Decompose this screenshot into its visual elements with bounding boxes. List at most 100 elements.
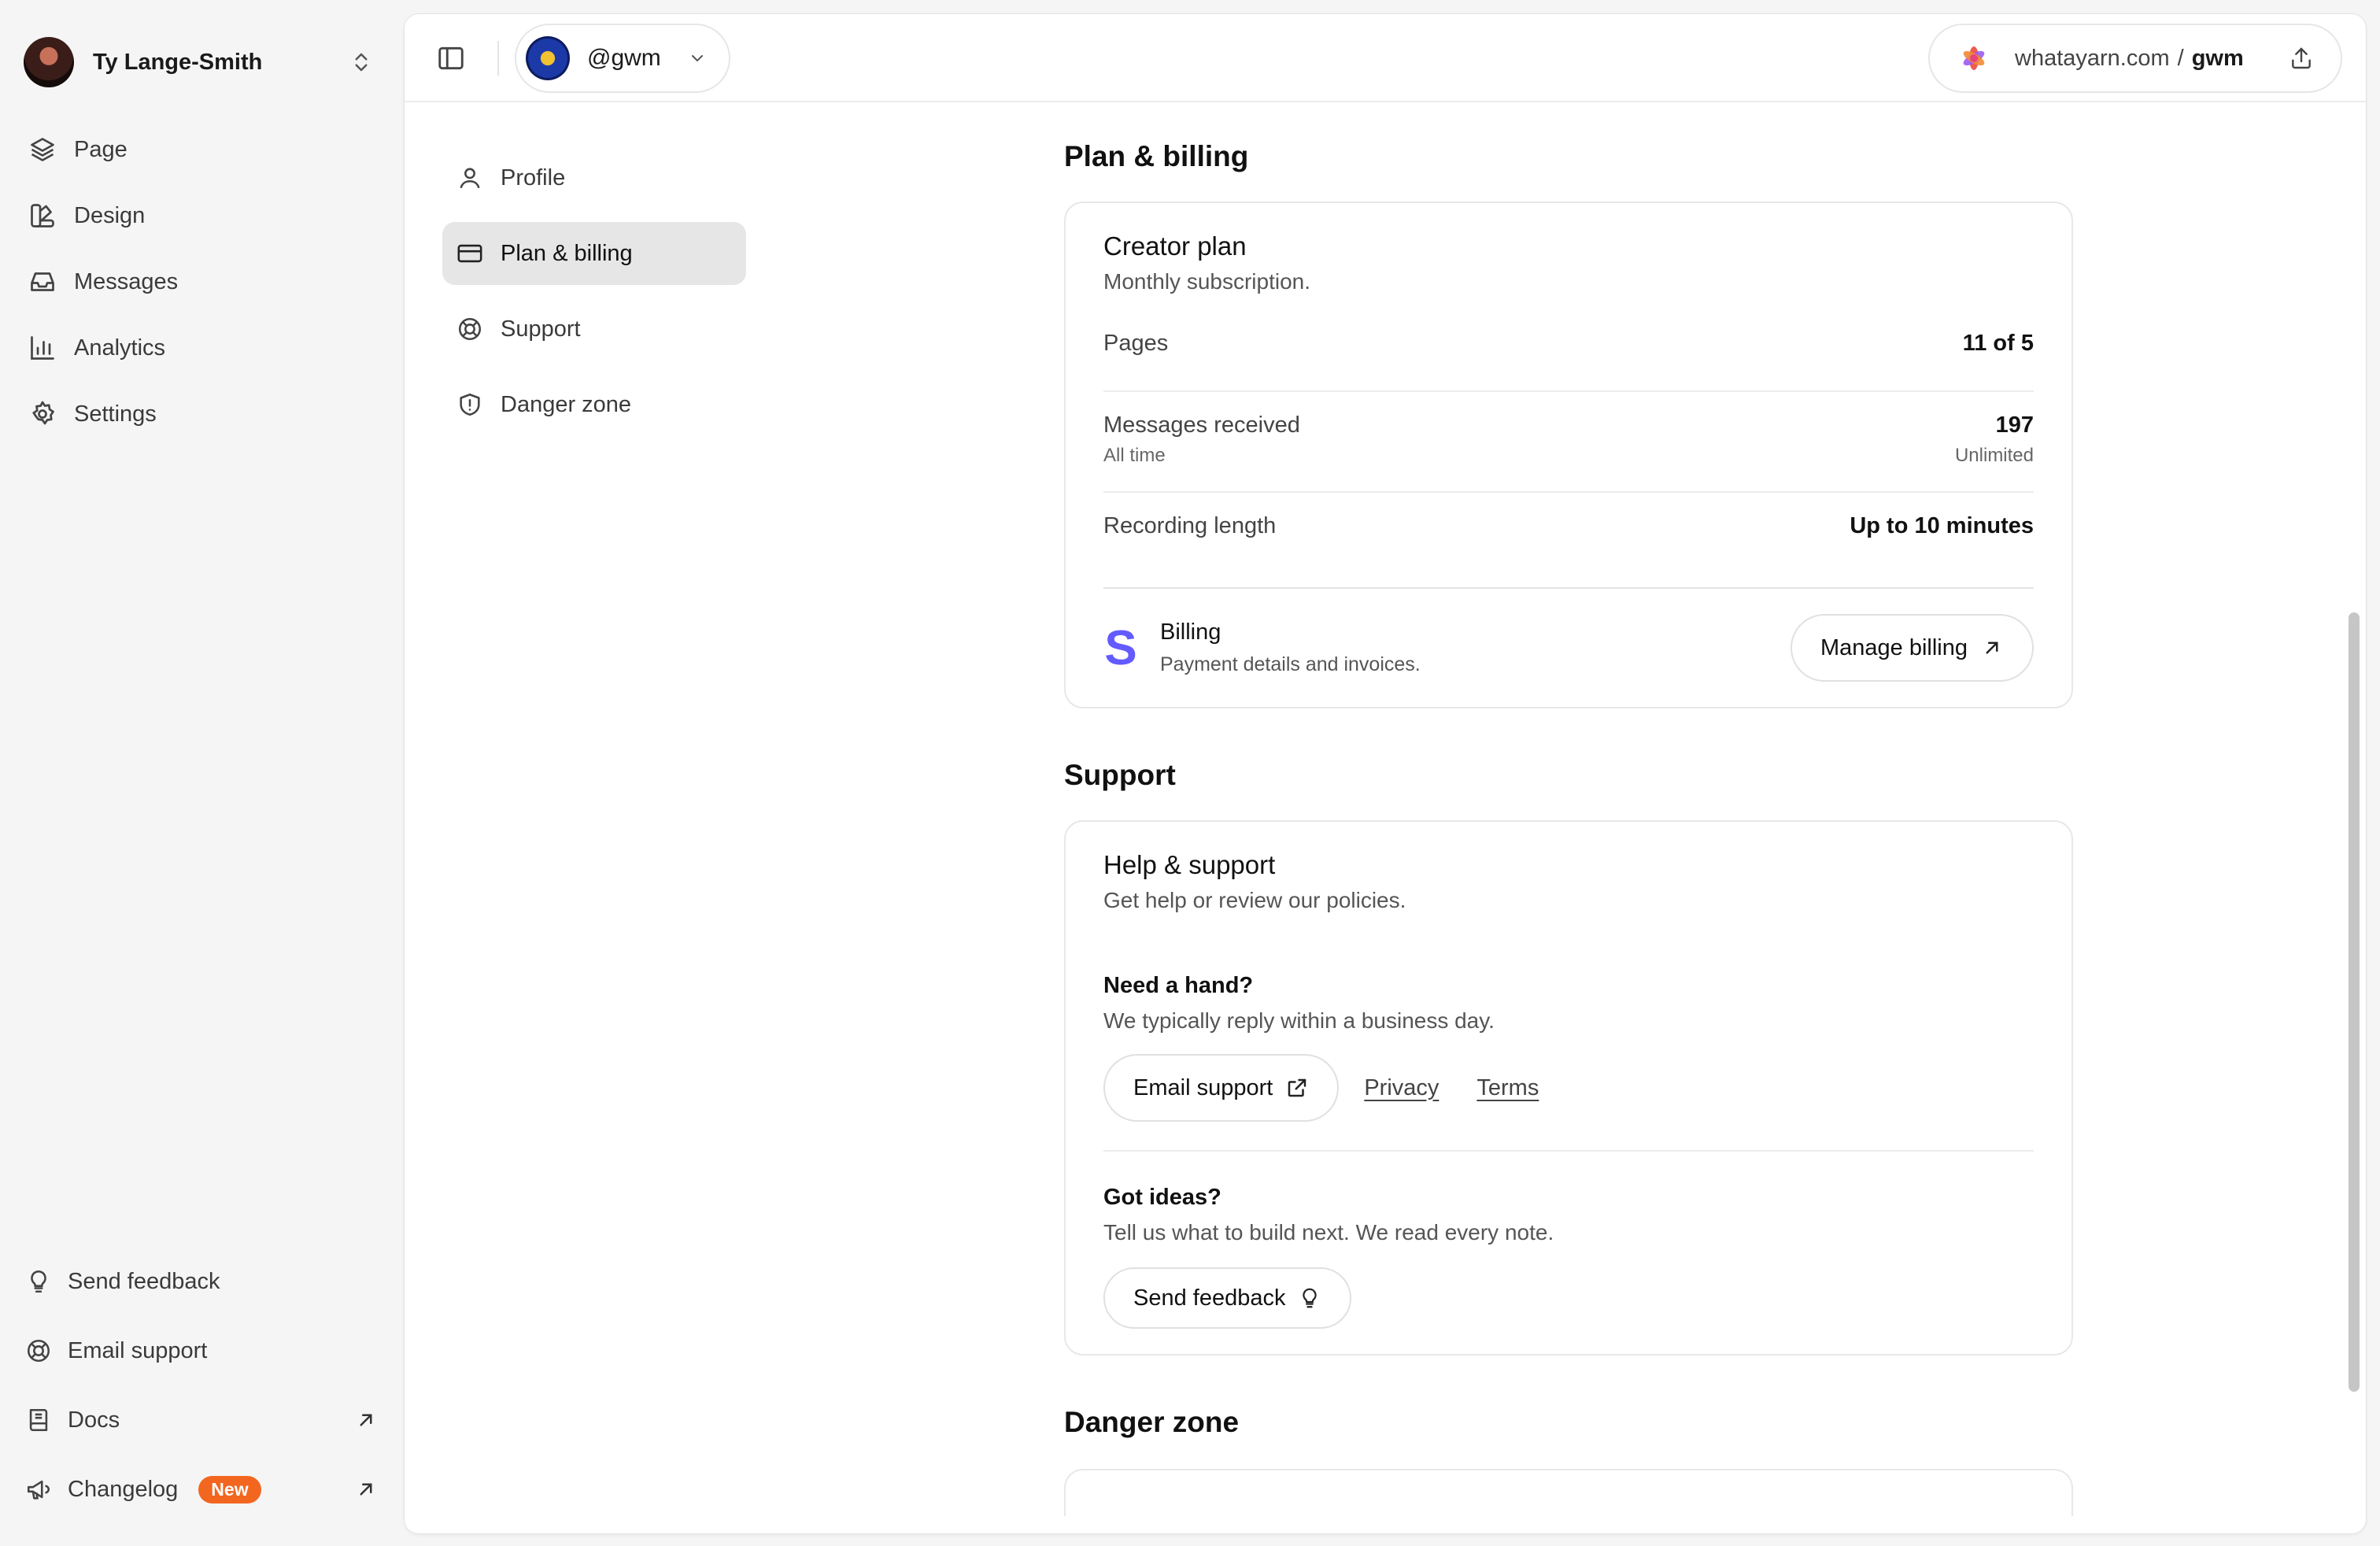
plan-name: Creator plan bbox=[1103, 231, 1247, 261]
url-separator: / bbox=[2177, 45, 2184, 71]
credit-card-icon bbox=[457, 244, 482, 263]
sidebar-footer-label: Changelog bbox=[68, 1476, 179, 1502]
usage-value: Up to 10 minutes bbox=[1850, 513, 2034, 538]
support-card-title: Help & support bbox=[1103, 850, 1276, 879]
layers-icon bbox=[31, 138, 54, 161]
usage-value: 11 of 5 bbox=[1962, 331, 2034, 356]
usage-label: Pages bbox=[1103, 331, 1169, 356]
megaphone-icon bbox=[27, 1480, 50, 1500]
top-bar: @gwm whatayarn.com / gwm bbox=[405, 14, 2366, 102]
share-icon[interactable] bbox=[2289, 46, 2314, 71]
terms-link[interactable]: Terms bbox=[1476, 1075, 1539, 1101]
usage-row-pages: Pages 11 of 5 bbox=[1103, 294, 2034, 392]
app-sidebar: Ty Lange-Smith Page Design Messages Anal… bbox=[0, 0, 403, 1546]
account-switcher[interactable]: Ty Lange-Smith bbox=[24, 36, 382, 88]
settings-content: Plan & billing Creator plan Monthly subs… bbox=[1064, 140, 2073, 1516]
support-card: Help & support Get help or review our po… bbox=[1064, 820, 2073, 1356]
sidebar-email-support[interactable]: Email support bbox=[25, 1316, 378, 1385]
send-feedback-button[interactable]: Send feedback bbox=[1103, 1267, 1352, 1329]
page-avatar bbox=[526, 36, 570, 80]
lifebuoy-icon bbox=[458, 317, 482, 341]
nav-label: Design bbox=[74, 202, 146, 228]
url-domain: whatayarn.com bbox=[2015, 45, 2170, 71]
inbox-icon bbox=[31, 272, 54, 291]
page-switcher[interactable]: @gwm bbox=[515, 24, 730, 93]
plan-billing-heading: Plan & billing bbox=[1064, 140, 1249, 172]
settings-nav-plan-billing[interactable]: Plan & billing bbox=[442, 222, 746, 285]
usage-row-messages: Messages received All time 197 Unlimited bbox=[1103, 392, 2034, 493]
nav-item-messages[interactable]: Messages bbox=[28, 249, 375, 315]
billing-title: Billing bbox=[1160, 620, 1221, 645]
button-label: Email support bbox=[1133, 1074, 1273, 1100]
user-avatar bbox=[24, 37, 74, 87]
public-url-pill[interactable]: whatayarn.com / gwm bbox=[1928, 24, 2342, 93]
book-icon bbox=[29, 1408, 48, 1432]
support-divider bbox=[1103, 1150, 2034, 1152]
danger-zone-card bbox=[1064, 1469, 2073, 1516]
usage-sublabel: All time bbox=[1103, 445, 1166, 466]
bar-chart-icon bbox=[31, 336, 54, 360]
palette-icon bbox=[31, 204, 54, 227]
lightbulb-icon bbox=[31, 1270, 46, 1293]
scrollbar-thumb[interactable] bbox=[2349, 612, 2360, 1392]
settings-nav-label: Danger zone bbox=[501, 391, 632, 417]
usage-limit: Unlimited bbox=[1954, 445, 2034, 466]
usage-label: Recording length bbox=[1103, 513, 1277, 538]
nav-item-design[interactable]: Design bbox=[28, 183, 375, 249]
nav-item-analytics[interactable]: Analytics bbox=[28, 315, 375, 381]
manage-billing-button[interactable]: Manage billing bbox=[1790, 614, 2034, 682]
main-nav: Page Design Messages Analytics Settings bbox=[28, 117, 375, 447]
arrow-up-right-icon bbox=[360, 1483, 372, 1496]
app-logo-icon bbox=[1963, 46, 1985, 70]
email-support-button[interactable]: Email support bbox=[1103, 1054, 1340, 1122]
billing-subtitle: Payment details and invoices. bbox=[1160, 653, 1421, 675]
settings-nav-profile[interactable]: Profile bbox=[442, 146, 746, 209]
settings-nav: Profile Plan & billing Support Danger zo… bbox=[442, 146, 746, 449]
svg-text:S: S bbox=[1104, 625, 1136, 671]
url-handle: gwm bbox=[2191, 45, 2244, 71]
lightbulb-icon bbox=[1303, 1288, 1318, 1308]
external-link-icon bbox=[1288, 1078, 1306, 1097]
sidebar-footer-label: Send feedback bbox=[68, 1268, 220, 1294]
ideas-subtitle: Tell us what to build next. We read ever… bbox=[1103, 1220, 1554, 1245]
user-icon bbox=[460, 168, 480, 189]
sidebar-changelog-link[interactable]: Changelog New bbox=[25, 1455, 378, 1524]
chevron-down-icon bbox=[692, 55, 703, 62]
sidebar-docs-link[interactable]: Docs bbox=[25, 1385, 378, 1455]
sidebar-footer-label: Docs bbox=[68, 1407, 120, 1433]
settings-nav-label: Plan & billing bbox=[501, 240, 633, 266]
usage-row-recording: Recording length Up to 10 minutes bbox=[1103, 493, 2034, 589]
chevron-up-down-icon bbox=[355, 53, 368, 72]
sidebar-toggle-icon[interactable] bbox=[436, 43, 466, 73]
usage-label: Messages received bbox=[1103, 412, 1300, 438]
button-label: Send feedback bbox=[1133, 1285, 1286, 1311]
support-card-subtitle: Get help or review our policies. bbox=[1103, 888, 1406, 912]
danger-zone-heading: Danger zone bbox=[1064, 1406, 1240, 1438]
billing-row: S Billing Payment details and invoices. … bbox=[1103, 589, 2034, 682]
ideas-title: Got ideas? bbox=[1103, 1185, 1221, 1210]
main-panel: @gwm whatayarn.com / gwm Profile Plan & … bbox=[405, 14, 2366, 1533]
need-hand-title: Need a hand? bbox=[1103, 973, 1254, 998]
settings-nav-danger-zone[interactable]: Danger zone bbox=[442, 373, 746, 436]
toolbar-divider bbox=[497, 41, 499, 76]
button-label: Manage billing bbox=[1820, 634, 1968, 660]
plan-card: Creator plan Monthly subscription. Pages… bbox=[1064, 202, 2073, 708]
settings-nav-support[interactable]: Support bbox=[442, 298, 746, 361]
nav-item-settings[interactable]: Settings bbox=[28, 381, 375, 447]
lifebuoy-icon bbox=[27, 1339, 50, 1363]
gear-icon bbox=[32, 401, 54, 425]
page-handle: @gwm bbox=[587, 45, 661, 71]
usage-value: 197 bbox=[1995, 412, 2034, 438]
settings-nav-label: Profile bbox=[501, 165, 566, 190]
nav-item-page[interactable]: Page bbox=[28, 117, 375, 183]
privacy-link[interactable]: Privacy bbox=[1364, 1075, 1439, 1101]
nav-label: Page bbox=[74, 136, 128, 162]
sidebar-footer-label: Email support bbox=[68, 1337, 208, 1363]
support-heading: Support bbox=[1064, 759, 1176, 791]
sidebar-send-feedback[interactable]: Send feedback bbox=[25, 1247, 378, 1316]
new-badge: New bbox=[198, 1475, 261, 1503]
user-name: Ty Lange-Smith bbox=[93, 49, 263, 75]
nav-label: Messages bbox=[74, 268, 179, 294]
nav-label: Analytics bbox=[74, 335, 166, 361]
arrow-up-right-icon bbox=[1986, 642, 1998, 654]
